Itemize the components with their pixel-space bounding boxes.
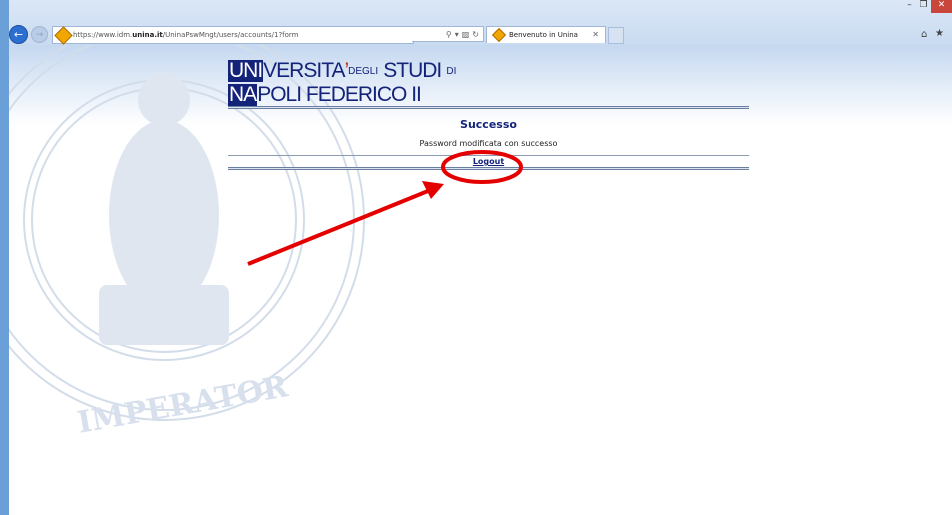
tab-title: Benvenuto in Unina	[509, 31, 578, 39]
close-window-icon[interactable]: ✕	[931, 0, 952, 13]
page-title: Successo	[460, 118, 517, 131]
page-content: IMPERATOR UNI VERSITA’ DEGLI STUDI DI NA PO…	[9, 45, 952, 515]
lock-icon: ▨	[461, 29, 470, 39]
minimize-icon[interactable]: –	[903, 0, 916, 13]
back-arrow-icon[interactable]: ←	[9, 25, 28, 44]
address-bar[interactable]: https://www.idm.unina.it/UninaPswMngt/us…	[52, 25, 414, 45]
success-message: Password modificata con successo	[419, 139, 558, 148]
search-icon[interactable]: ⚲	[446, 30, 452, 39]
forward-arrow-icon[interactable]: →	[31, 26, 48, 43]
svg-text:IMPERATOR: IMPERATOR	[75, 369, 292, 435]
divider	[228, 155, 749, 156]
restore-icon[interactable]: ❐	[917, 0, 930, 13]
new-tab-button[interactable]	[608, 27, 624, 44]
address-tools: ⚲ ▾ ▨ ↻	[412, 26, 484, 42]
window-left-border	[0, 0, 9, 515]
logout-link[interactable]: Logout	[228, 157, 749, 166]
refresh-icon[interactable]: ↻	[472, 30, 479, 39]
favorites-star-icon[interactable]: ★	[935, 28, 944, 39]
dropdown-icon[interactable]: ▾	[455, 30, 459, 39]
university-logo: UNI VERSITA’ DEGLI STUDI DI NA POLI FEDERIC…	[228, 59, 457, 106]
header-divider	[228, 106, 749, 109]
footer-divider	[228, 167, 749, 170]
close-tab-icon[interactable]: ✕	[592, 30, 599, 39]
site-favicon-icon	[54, 25, 73, 45]
url-text: https://www.idm.unina.it/UninaPswMngt/us…	[73, 31, 299, 39]
tab-favicon-icon	[491, 27, 507, 43]
home-icon[interactable]: ⌂	[921, 29, 927, 40]
browser-toolbar: ← → https://www.idm.unina.it/UninaPswMng…	[0, 0, 952, 45]
browser-tab[interactable]: Benvenuto in Unina ✕	[486, 26, 606, 43]
